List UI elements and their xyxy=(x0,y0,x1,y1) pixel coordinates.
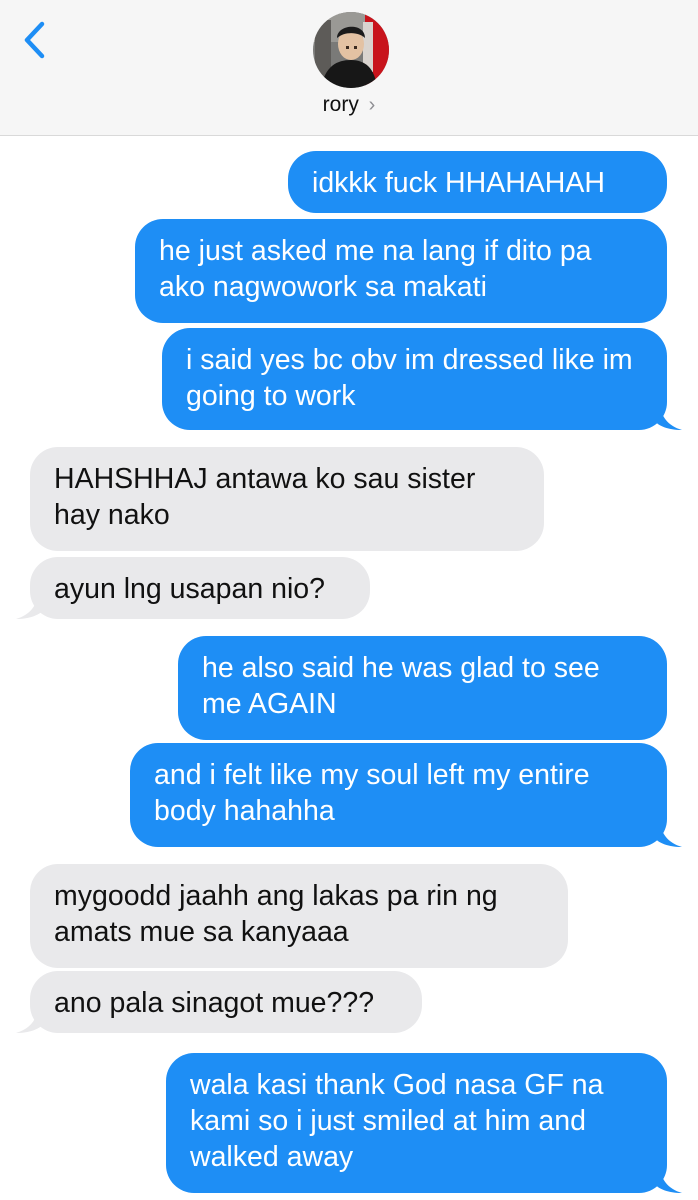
message-thread: idkkk fuck HHAHAHAH he just asked me na … xyxy=(0,135,698,1200)
outgoing-message[interactable]: he just asked me na lang if dito pa ako … xyxy=(135,219,667,323)
message-text: wala kasi thank God nasa GF na kami so i… xyxy=(190,1069,604,1173)
contact-name-button[interactable]: rory › xyxy=(0,92,698,118)
message-text: ano pala sinagot mue??? xyxy=(54,987,375,1019)
message-text: i said yes bc obv im dressed like im goi… xyxy=(186,344,633,412)
message-text: he also said he was glad to see me AGAIN xyxy=(202,652,600,720)
avatar[interactable] xyxy=(313,12,389,88)
incoming-message[interactable]: HAHSHHAJ antawa ko sau sister hay nako xyxy=(30,447,544,551)
incoming-message[interactable]: ano pala sinagot mue??? xyxy=(30,971,422,1033)
back-button[interactable] xyxy=(18,18,58,62)
message-text: HAHSHHAJ antawa ko sau sister hay nako xyxy=(54,463,476,531)
chevron-right-icon: › xyxy=(368,94,376,116)
outgoing-message[interactable]: and i felt like my soul left my entire b… xyxy=(130,743,667,847)
outgoing-message[interactable]: idkkk fuck HHAHAHAH xyxy=(288,151,667,213)
contact-name: rory xyxy=(322,93,359,116)
outgoing-message[interactable]: he also said he was glad to see me AGAIN xyxy=(178,636,667,740)
incoming-message[interactable]: mygoodd jaahh ang lakas pa rin ng amats … xyxy=(30,864,568,968)
message-text: mygoodd jaahh ang lakas pa rin ng amats … xyxy=(54,880,498,948)
chevron-left-icon xyxy=(24,21,45,59)
message-text: ayun lng usapan nio? xyxy=(54,573,325,605)
bubble-tail-icon xyxy=(654,819,682,847)
bubble-tail-icon xyxy=(654,402,682,430)
bubble-tail-icon xyxy=(654,1165,682,1193)
bubble-tail-icon xyxy=(16,591,44,619)
message-text: he just asked me na lang if dito pa ako … xyxy=(159,235,592,303)
message-text: idkkk fuck HHAHAHAH xyxy=(312,167,605,199)
incoming-message[interactable]: ayun lng usapan nio? xyxy=(30,557,370,619)
bubble-tail-icon xyxy=(16,1005,44,1033)
outgoing-message[interactable]: i said yes bc obv im dressed like im goi… xyxy=(162,328,667,430)
conversation-header: rory › xyxy=(0,0,698,136)
message-text: and i felt like my soul left my entire b… xyxy=(154,759,590,827)
outgoing-message[interactable]: wala kasi thank God nasa GF na kami so i… xyxy=(166,1053,667,1193)
